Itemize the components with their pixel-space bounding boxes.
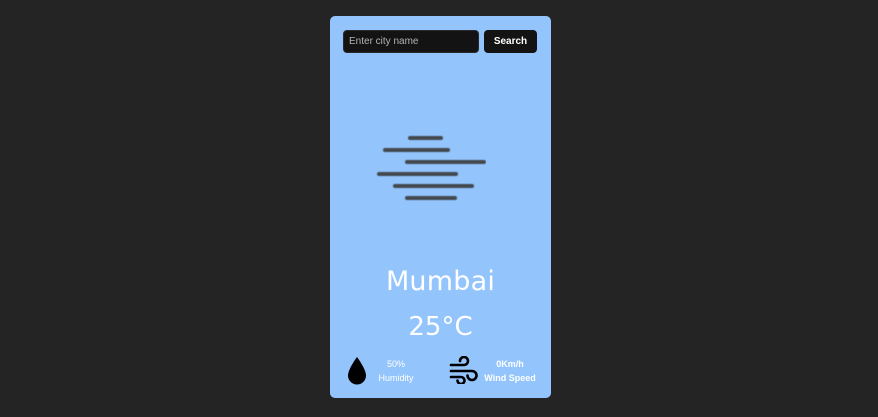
humidity-stat: 50% Humidity [346,354,436,388]
search-bar: Search [343,30,537,54]
wind-label: Wind Speed [484,373,536,383]
water-drop-icon [348,357,366,385]
humidity-label: Humidity [378,373,414,383]
mist-icon [377,136,486,200]
wind-text: 0Km/h Wind Speed [482,357,538,385]
wind-value: 0Km/h [496,359,524,369]
humidity-value: 50% [386,359,405,369]
humidity-text: 50% Humidity [374,357,418,385]
wind-stat: 0Km/h Wind Speed [449,354,541,388]
weather-card: Search Mumbai 25°C 50% Humidity [330,16,551,398]
city-search-input[interactable] [343,30,479,53]
city-name: Mumbai [385,266,496,297]
search-button[interactable]: Search [484,30,537,53]
wind-icon [449,356,478,384]
temperature: 25°C [408,312,473,342]
